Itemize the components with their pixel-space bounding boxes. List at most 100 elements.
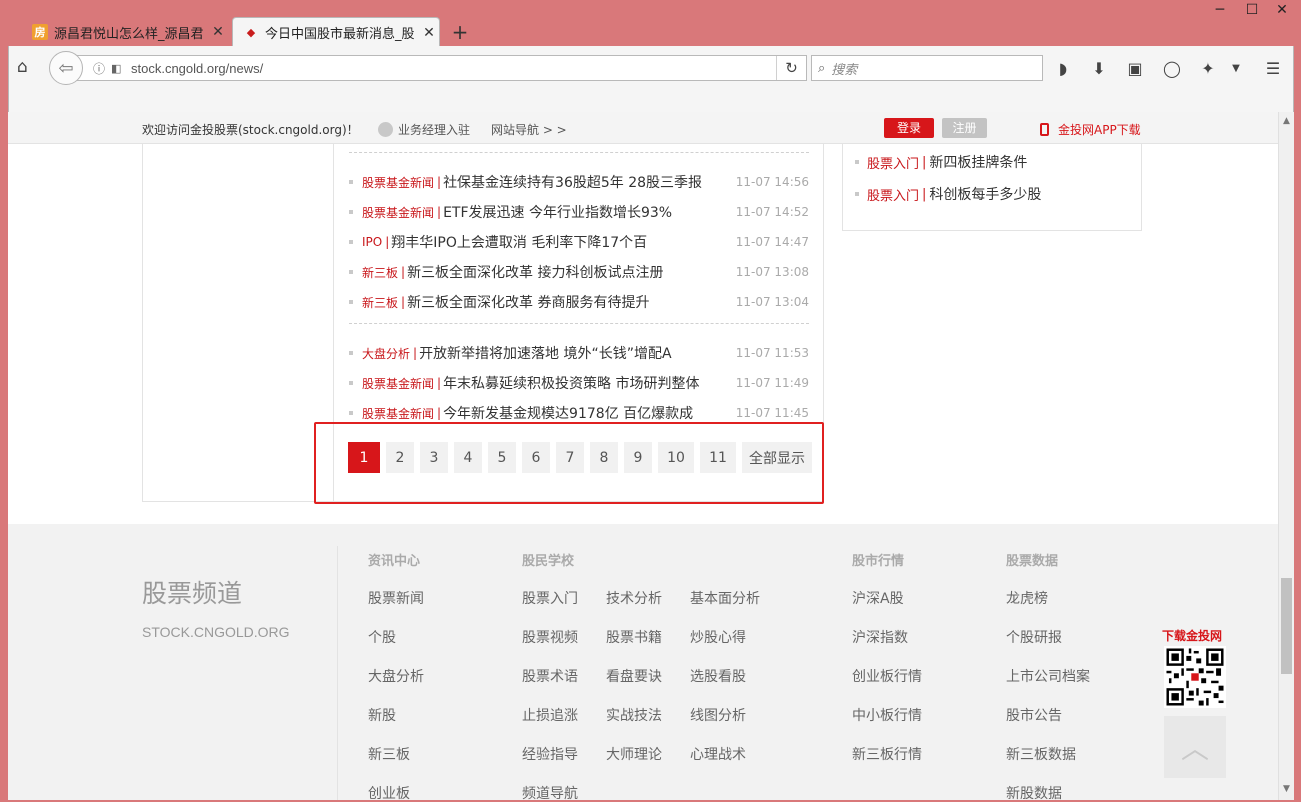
footer-link[interactable]: 技术分析 — [606, 588, 662, 608]
home-icon[interactable]: ⌂ — [17, 57, 28, 77]
news-category[interactable]: 新三板 — [362, 264, 398, 281]
chat-icon[interactable]: ◯ — [1161, 57, 1183, 79]
list-item[interactable]: 大盘分析 | 开放新举措将加速落地 境外“长钱”增配A 11-07 11:53 — [349, 343, 809, 363]
footer-link[interactable]: 新三板数据 — [1006, 744, 1076, 764]
footer-link[interactable]: 新股数据 — [1006, 783, 1062, 800]
footer-link[interactable]: 股票视频 — [522, 627, 578, 647]
download-icon[interactable]: ⬇ — [1088, 57, 1110, 79]
extension-icon[interactable]: ✦ — [1197, 57, 1219, 79]
tab-title: 源昌君悦山怎么样_源昌君... — [54, 26, 204, 42]
shield-icon[interactable]: ◧ — [111, 62, 125, 75]
list-item[interactable]: IPO | 翔丰华IPO上会遭取消 毛利率下降17个百 11-07 14:47 — [349, 232, 809, 252]
menu-icon[interactable]: ☰ — [1262, 57, 1284, 79]
news-title[interactable]: 社保基金连续持有36股超5年 28股三季报 — [443, 172, 702, 192]
site-footer: 股票频道 STOCK.CNGOLD.ORG 资讯中心 股票新闻 个股 大盘分析 … — [8, 524, 1278, 800]
list-item[interactable]: 股票基金新闻 | 今年新发基金规模达9178亿 百亿爆款成 11-07 11:45 — [349, 403, 809, 423]
news-category[interactable]: IPO — [362, 235, 382, 249]
footer-link[interactable]: 沪深A股 — [852, 588, 904, 608]
footer-link[interactable]: 新三板 — [368, 744, 410, 764]
scrollbar[interactable]: ▲ ▼ — [1278, 112, 1294, 800]
news-category[interactable]: 股票入门 — [867, 185, 919, 204]
scrollbar-thumb[interactable] — [1281, 578, 1292, 674]
scroll-up-icon[interactable]: ▲ — [1279, 116, 1294, 126]
footer-link[interactable]: 股市公告 — [1006, 705, 1062, 725]
footer-link[interactable]: 线图分析 — [690, 705, 746, 725]
pocket-icon[interactable]: ◗ — [1052, 57, 1074, 79]
footer-link[interactable]: 经验指导 — [522, 744, 578, 764]
footer-link[interactable]: 基本面分析 — [690, 588, 760, 608]
footer-link[interactable]: 大师理论 — [606, 744, 662, 764]
reload-icon[interactable]: ↻ — [776, 56, 806, 80]
footer-link[interactable]: 大盘分析 — [368, 666, 424, 686]
news-category[interactable]: 股票基金新闻 — [362, 174, 434, 191]
dropdown-chevron-icon[interactable]: ▼ — [1225, 57, 1247, 79]
browser-tab-1[interactable]: 房 源昌君悦山怎么样_源昌君... ✕ — [22, 17, 232, 47]
footer-link[interactable]: 龙虎榜 — [1006, 588, 1048, 608]
url-bar[interactable]: ⓘ ◧ stock.cngold.org/news/ ↻ — [75, 55, 807, 81]
list-item[interactable]: 新三板 | 新三板全面深化改革 接力科创板试点注册 11-07 13:08 — [349, 262, 809, 282]
footer-link[interactable]: 新三板行情 — [852, 744, 922, 764]
footer-link[interactable]: 创业板 — [368, 783, 410, 800]
footer-link[interactable]: 新股 — [368, 705, 396, 725]
maximize-icon[interactable]: ☐ — [1237, 2, 1267, 18]
site-nav-link[interactable]: 网站导航 > > — [491, 121, 567, 138]
footer-link[interactable]: 止损追涨 — [522, 705, 578, 725]
news-title[interactable]: 新三板全面深化改革 券商服务有待提升 — [407, 292, 649, 312]
news-category[interactable]: 股票基金新闻 — [362, 375, 434, 392]
news-title[interactable]: 今年新发基金规模达9178亿 百亿爆款成 — [443, 403, 693, 423]
footer-link[interactable]: 频道导航 — [522, 783, 578, 800]
footer-link[interactable]: 沪深指数 — [852, 627, 908, 647]
footer-link[interactable]: 股票书籍 — [606, 627, 662, 647]
news-title[interactable]: ETF发展迅速 今年行业指数增长93% — [443, 202, 672, 222]
news-title[interactable]: 年末私募延续积极投资策略 市场研判整体 — [443, 373, 699, 393]
list-item[interactable]: 股票入门 | 科创板每手多少股 — [855, 184, 1041, 204]
browser-tab-2-active[interactable]: ◆ 今日中国股市最新消息_股... ✕ — [232, 17, 440, 47]
news-category[interactable]: 股票基金新闻 — [362, 405, 434, 422]
list-item[interactable]: 股票基金新闻 | 社保基金连续持有36股超5年 28股三季报 11-07 14:5… — [349, 172, 809, 192]
news-title[interactable]: 新四板挂牌条件 — [929, 152, 1027, 172]
list-item[interactable]: 新三板 | 新三板全面深化改革 券商服务有待提升 11-07 13:04 — [349, 292, 809, 312]
footer-link[interactable]: 股票新闻 — [368, 588, 424, 608]
manager-link[interactable]: 业务经理入驻 — [378, 121, 470, 138]
footer-link[interactable]: 上市公司档案 — [1006, 666, 1090, 686]
news-title[interactable]: 科创板每手多少股 — [929, 184, 1041, 204]
footer-link[interactable]: 炒股心得 — [690, 627, 746, 647]
login-button[interactable]: 登录 — [884, 118, 934, 138]
footer-link[interactable]: 中小板行情 — [852, 705, 922, 725]
search-input[interactable]: ⌕ 搜索 — [811, 55, 1043, 81]
list-item[interactable]: 股票入门 | 新四板挂牌条件 — [855, 152, 1027, 172]
footer-link[interactable]: 个股研报 — [1006, 627, 1062, 647]
bullet-icon — [855, 192, 859, 196]
app-download-link[interactable]: 金投网APP下载 — [1040, 121, 1141, 138]
close-tab-icon[interactable]: ✕ — [210, 24, 226, 40]
news-title[interactable]: 新三板全面深化改革 接力科创板试点注册 — [407, 262, 663, 282]
news-category[interactable]: 股票基金新闻 — [362, 204, 434, 221]
news-category[interactable]: 股票入门 — [867, 153, 919, 172]
register-button[interactable]: 注册 — [942, 118, 987, 138]
news-category[interactable]: 大盘分析 — [362, 345, 410, 362]
list-item[interactable]: 股票基金新闻 | 年末私募延续积极投资策略 市场研判整体 11-07 11:49 — [349, 373, 809, 393]
info-icon[interactable]: ⓘ — [93, 60, 107, 77]
bullet-icon — [349, 180, 353, 184]
back-button[interactable]: ⇦ — [49, 51, 83, 85]
footer-link[interactable]: 心理战术 — [690, 744, 746, 764]
new-tab-icon[interactable]: + — [448, 20, 472, 44]
back-to-top-button[interactable]: ︿ — [1164, 716, 1226, 778]
reader-view-icon[interactable]: ▣ — [1124, 57, 1146, 79]
footer-link[interactable]: 选股看股 — [690, 666, 746, 686]
scroll-down-icon[interactable]: ▼ — [1279, 784, 1294, 794]
footer-link[interactable]: 股票术语 — [522, 666, 578, 686]
news-category[interactable]: 新三板 — [362, 294, 398, 311]
minimize-icon[interactable]: ─ — [1205, 2, 1235, 18]
footer-link[interactable]: 看盘要诀 — [606, 666, 662, 686]
news-title[interactable]: 翔丰华IPO上会遭取消 毛利率下降17个百 — [391, 232, 647, 252]
footer-link[interactable]: 创业板行情 — [852, 666, 922, 686]
list-item[interactable]: 股票基金新闻 | ETF发展迅速 今年行业指数增长93% 11-07 14:52 — [349, 202, 809, 222]
close-tab-icon[interactable]: ✕ — [421, 25, 437, 41]
site-topbar: 欢迎访问金投股票(stock.cngold.org)！ 业务经理入驻 网站导航 … — [8, 112, 1278, 144]
footer-link[interactable]: 个股 — [368, 627, 396, 647]
news-title[interactable]: 开放新举措将加速落地 境外“长钱”增配A — [419, 343, 672, 363]
footer-link[interactable]: 实战技法 — [606, 705, 662, 725]
footer-link[interactable]: 股票入门 — [522, 588, 578, 608]
close-window-icon[interactable]: ✕ — [1267, 2, 1297, 18]
